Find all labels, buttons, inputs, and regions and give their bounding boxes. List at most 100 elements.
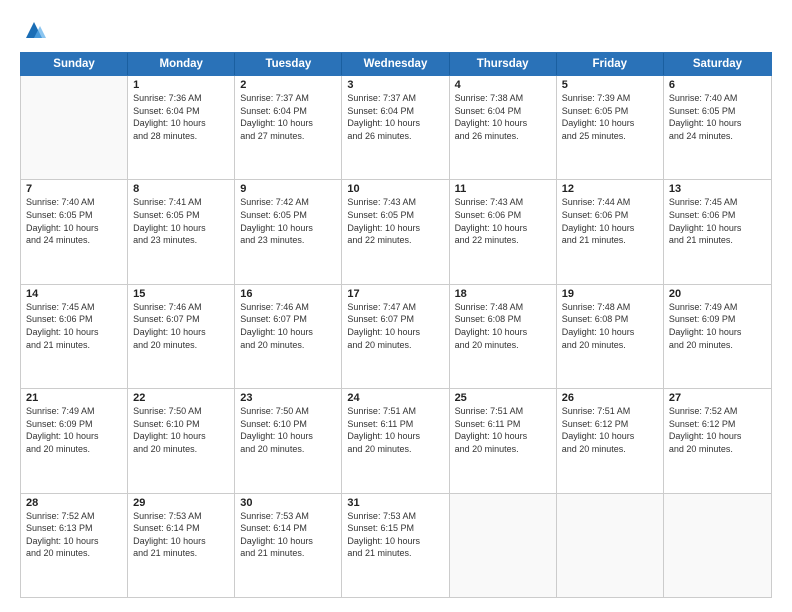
day-info: Sunrise: 7:53 AMSunset: 6:14 PMDaylight:… xyxy=(133,510,229,560)
day-info: Sunrise: 7:40 AMSunset: 6:05 PMDaylight:… xyxy=(26,196,122,246)
empty-cell xyxy=(21,76,128,179)
day-18: 18Sunrise: 7:48 AMSunset: 6:08 PMDayligh… xyxy=(450,285,557,388)
day-24: 24Sunrise: 7:51 AMSunset: 6:11 PMDayligh… xyxy=(342,389,449,492)
day-number: 30 xyxy=(240,497,336,509)
day-number: 21 xyxy=(26,392,122,404)
day-27: 27Sunrise: 7:52 AMSunset: 6:12 PMDayligh… xyxy=(664,389,771,492)
day-info: Sunrise: 7:42 AMSunset: 6:05 PMDaylight:… xyxy=(240,196,336,246)
day-4: 4Sunrise: 7:38 AMSunset: 6:04 PMDaylight… xyxy=(450,76,557,179)
day-info: Sunrise: 7:37 AMSunset: 6:04 PMDaylight:… xyxy=(240,92,336,142)
calendar-row-2: 7Sunrise: 7:40 AMSunset: 6:05 PMDaylight… xyxy=(21,180,771,284)
day-8: 8Sunrise: 7:41 AMSunset: 6:05 PMDaylight… xyxy=(128,180,235,283)
day-23: 23Sunrise: 7:50 AMSunset: 6:10 PMDayligh… xyxy=(235,389,342,492)
day-number: 3 xyxy=(347,79,443,91)
day-number: 16 xyxy=(240,288,336,300)
day-5: 5Sunrise: 7:39 AMSunset: 6:05 PMDaylight… xyxy=(557,76,664,179)
day-info: Sunrise: 7:36 AMSunset: 6:04 PMDaylight:… xyxy=(133,92,229,142)
day-14: 14Sunrise: 7:45 AMSunset: 6:06 PMDayligh… xyxy=(21,285,128,388)
day-info: Sunrise: 7:48 AMSunset: 6:08 PMDaylight:… xyxy=(562,301,658,351)
day-info: Sunrise: 7:51 AMSunset: 6:12 PMDaylight:… xyxy=(562,405,658,455)
day-info: Sunrise: 7:45 AMSunset: 6:06 PMDaylight:… xyxy=(26,301,122,351)
day-info: Sunrise: 7:43 AMSunset: 6:06 PMDaylight:… xyxy=(455,196,551,246)
day-22: 22Sunrise: 7:50 AMSunset: 6:10 PMDayligh… xyxy=(128,389,235,492)
day-info: Sunrise: 7:52 AMSunset: 6:12 PMDaylight:… xyxy=(669,405,766,455)
day-info: Sunrise: 7:37 AMSunset: 6:04 PMDaylight:… xyxy=(347,92,443,142)
day-15: 15Sunrise: 7:46 AMSunset: 6:07 PMDayligh… xyxy=(128,285,235,388)
day-9: 9Sunrise: 7:42 AMSunset: 6:05 PMDaylight… xyxy=(235,180,342,283)
day-2: 2Sunrise: 7:37 AMSunset: 6:04 PMDaylight… xyxy=(235,76,342,179)
day-info: Sunrise: 7:50 AMSunset: 6:10 PMDaylight:… xyxy=(133,405,229,455)
day-number: 23 xyxy=(240,392,336,404)
day-number: 24 xyxy=(347,392,443,404)
day-info: Sunrise: 7:43 AMSunset: 6:05 PMDaylight:… xyxy=(347,196,443,246)
day-info: Sunrise: 7:44 AMSunset: 6:06 PMDaylight:… xyxy=(562,196,658,246)
day-number: 19 xyxy=(562,288,658,300)
day-number: 4 xyxy=(455,79,551,91)
day-11: 11Sunrise: 7:43 AMSunset: 6:06 PMDayligh… xyxy=(450,180,557,283)
calendar-row-4: 21Sunrise: 7:49 AMSunset: 6:09 PMDayligh… xyxy=(21,389,771,493)
day-number: 17 xyxy=(347,288,443,300)
calendar-body: 1Sunrise: 7:36 AMSunset: 6:04 PMDaylight… xyxy=(20,76,772,598)
calendar-row-1: 1Sunrise: 7:36 AMSunset: 6:04 PMDaylight… xyxy=(21,76,771,180)
day-number: 7 xyxy=(26,183,122,195)
day-info: Sunrise: 7:45 AMSunset: 6:06 PMDaylight:… xyxy=(669,196,766,246)
day-number: 25 xyxy=(455,392,551,404)
page: SundayMondayTuesdayWednesdayThursdayFrid… xyxy=(0,0,792,612)
day-info: Sunrise: 7:48 AMSunset: 6:08 PMDaylight:… xyxy=(455,301,551,351)
day-20: 20Sunrise: 7:49 AMSunset: 6:09 PMDayligh… xyxy=(664,285,771,388)
day-info: Sunrise: 7:38 AMSunset: 6:04 PMDaylight:… xyxy=(455,92,551,142)
calendar: SundayMondayTuesdayWednesdayThursdayFrid… xyxy=(20,52,772,598)
day-17: 17Sunrise: 7:47 AMSunset: 6:07 PMDayligh… xyxy=(342,285,449,388)
day-1: 1Sunrise: 7:36 AMSunset: 6:04 PMDaylight… xyxy=(128,76,235,179)
header xyxy=(20,18,772,46)
day-3: 3Sunrise: 7:37 AMSunset: 6:04 PMDaylight… xyxy=(342,76,449,179)
day-number: 1 xyxy=(133,79,229,91)
day-7: 7Sunrise: 7:40 AMSunset: 6:05 PMDaylight… xyxy=(21,180,128,283)
calendar-row-5: 28Sunrise: 7:52 AMSunset: 6:13 PMDayligh… xyxy=(21,494,771,597)
day-number: 6 xyxy=(669,79,766,91)
day-number: 28 xyxy=(26,497,122,509)
day-number: 18 xyxy=(455,288,551,300)
header-day-friday: Friday xyxy=(557,53,664,75)
header-day-monday: Monday xyxy=(128,53,235,75)
day-number: 29 xyxy=(133,497,229,509)
day-number: 20 xyxy=(669,288,766,300)
day-info: Sunrise: 7:53 AMSunset: 6:15 PMDaylight:… xyxy=(347,510,443,560)
day-number: 5 xyxy=(562,79,658,91)
day-info: Sunrise: 7:40 AMSunset: 6:05 PMDaylight:… xyxy=(669,92,766,142)
day-info: Sunrise: 7:41 AMSunset: 6:05 PMDaylight:… xyxy=(133,196,229,246)
day-number: 9 xyxy=(240,183,336,195)
day-21: 21Sunrise: 7:49 AMSunset: 6:09 PMDayligh… xyxy=(21,389,128,492)
day-number: 27 xyxy=(669,392,766,404)
day-30: 30Sunrise: 7:53 AMSunset: 6:14 PMDayligh… xyxy=(235,494,342,597)
day-number: 12 xyxy=(562,183,658,195)
day-13: 13Sunrise: 7:45 AMSunset: 6:06 PMDayligh… xyxy=(664,180,771,283)
day-info: Sunrise: 7:51 AMSunset: 6:11 PMDaylight:… xyxy=(455,405,551,455)
empty-cell xyxy=(557,494,664,597)
day-26: 26Sunrise: 7:51 AMSunset: 6:12 PMDayligh… xyxy=(557,389,664,492)
day-number: 2 xyxy=(240,79,336,91)
header-day-sunday: Sunday xyxy=(21,53,128,75)
day-info: Sunrise: 7:49 AMSunset: 6:09 PMDaylight:… xyxy=(669,301,766,351)
day-number: 14 xyxy=(26,288,122,300)
header-day-wednesday: Wednesday xyxy=(342,53,449,75)
day-info: Sunrise: 7:47 AMSunset: 6:07 PMDaylight:… xyxy=(347,301,443,351)
day-info: Sunrise: 7:39 AMSunset: 6:05 PMDaylight:… xyxy=(562,92,658,142)
empty-cell xyxy=(664,494,771,597)
day-number: 11 xyxy=(455,183,551,195)
day-number: 13 xyxy=(669,183,766,195)
day-16: 16Sunrise: 7:46 AMSunset: 6:07 PMDayligh… xyxy=(235,285,342,388)
day-info: Sunrise: 7:46 AMSunset: 6:07 PMDaylight:… xyxy=(133,301,229,351)
day-19: 19Sunrise: 7:48 AMSunset: 6:08 PMDayligh… xyxy=(557,285,664,388)
day-info: Sunrise: 7:50 AMSunset: 6:10 PMDaylight:… xyxy=(240,405,336,455)
day-number: 26 xyxy=(562,392,658,404)
day-12: 12Sunrise: 7:44 AMSunset: 6:06 PMDayligh… xyxy=(557,180,664,283)
day-info: Sunrise: 7:46 AMSunset: 6:07 PMDaylight:… xyxy=(240,301,336,351)
day-number: 22 xyxy=(133,392,229,404)
day-29: 29Sunrise: 7:53 AMSunset: 6:14 PMDayligh… xyxy=(128,494,235,597)
day-25: 25Sunrise: 7:51 AMSunset: 6:11 PMDayligh… xyxy=(450,389,557,492)
day-31: 31Sunrise: 7:53 AMSunset: 6:15 PMDayligh… xyxy=(342,494,449,597)
day-number: 8 xyxy=(133,183,229,195)
day-number: 10 xyxy=(347,183,443,195)
day-info: Sunrise: 7:51 AMSunset: 6:11 PMDaylight:… xyxy=(347,405,443,455)
